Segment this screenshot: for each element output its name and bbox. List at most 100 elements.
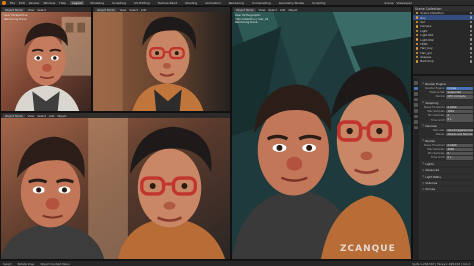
- outliner-row-label: Light.002: [420, 37, 434, 42]
- menu-add[interactable]: Add: [49, 114, 54, 118]
- object-icon: [416, 33, 419, 37]
- scene-tab-icon[interactable]: [414, 103, 418, 107]
- visibility-eye-icon[interactable]: [469, 51, 472, 54]
- visibility-eye-icon[interactable]: [469, 42, 472, 46]
- view-layer-selector[interactable]: ViewLayer: [397, 1, 412, 5]
- menu-file[interactable]: File: [10, 1, 15, 5]
- property-label: Max Samples: [427, 148, 445, 152]
- menu-window[interactable]: Window: [44, 1, 56, 5]
- menu-render[interactable]: Render: [29, 1, 40, 5]
- outliner-row[interactable]: Backdrop: [413, 59, 474, 63]
- property-field[interactable]: 0.0100: [446, 105, 473, 110]
- object-icon: [416, 42, 419, 46]
- visibility-eye-icon[interactable]: [469, 38, 472, 41]
- property-field[interactable]: 0.0100: [446, 143, 473, 148]
- property-field[interactable]: Cycles: [446, 86, 473, 91]
- property-field[interactable]: Supported: [446, 90, 473, 95]
- tab-shading[interactable]: Shading: [183, 1, 199, 5]
- property-field[interactable]: Albedo and Normal: [446, 133, 473, 137]
- tab-sculpting[interactable]: Sculpting: [110, 1, 128, 5]
- mode-selector[interactable]: Object Mode: [3, 7, 25, 12]
- property-field[interactable]: 0: [446, 152, 473, 156]
- outliner-row-label: Girl: [420, 19, 426, 24]
- visibility-eye-icon[interactable]: [469, 47, 472, 50]
- section-title: Advanced: [425, 168, 440, 173]
- visibility-eye-icon[interactable]: [469, 29, 472, 32]
- menu-view[interactable]: View: [28, 114, 35, 118]
- visibility-eye-icon[interactable]: [469, 20, 472, 24]
- menu-edit[interactable]: Edit: [19, 1, 25, 5]
- panel-section-header[interactable]: Volumes: [421, 180, 473, 186]
- visibility-eye-icon[interactable]: [469, 25, 472, 28]
- menu-add[interactable]: Add: [141, 8, 146, 12]
- property-field[interactable]: 4096: [446, 147, 473, 152]
- render-tab-icon[interactable]: [414, 86, 418, 91]
- viewport-top-left[interactable]: Object Mode View Select User Perspective…: [0, 6, 92, 112]
- tab-scripting[interactable]: Scripting: [310, 1, 327, 5]
- visibility-eye-icon[interactable]: [469, 60, 472, 63]
- menu-view[interactable]: View: [120, 8, 127, 12]
- panel-section-header[interactable]: Curves: [421, 186, 473, 192]
- visibility-eye-icon[interactable]: [469, 55, 472, 59]
- scene-selectors: Scene ViewLayer: [384, 1, 474, 5]
- menu-view[interactable]: View: [28, 8, 35, 12]
- viewport-top-middle[interactable]: Object Mode View Select Add: [92, 6, 231, 112]
- menu-object[interactable]: Object: [57, 114, 66, 118]
- mode-selector[interactable]: Object Mode: [234, 7, 256, 12]
- menu-select[interactable]: Select: [37, 8, 46, 12]
- property-field[interactable]: 0 s: [446, 118, 473, 122]
- property-label: Noise Threshold: [424, 143, 445, 147]
- tab-modeling[interactable]: Modeling: [88, 1, 106, 5]
- property-field[interactable]: OpenImageDenoise: [446, 128, 473, 133]
- section-title: Curves: [425, 187, 436, 192]
- panel-section-header[interactable]: Light Paths: [421, 174, 473, 180]
- tab-rendering[interactable]: Rendering: [227, 1, 246, 5]
- outliner-row-label: Scene Collection: [420, 11, 444, 16]
- object-tab-icon[interactable]: [414, 114, 418, 119]
- status-bar: Select Rotate View Object Context Menu V…: [0, 260, 474, 266]
- property-field[interactable]: 0 s: [446, 156, 473, 160]
- property-label: Noise Threshold: [424, 105, 445, 109]
- blender-logo-icon[interactable]: [2, 0, 6, 5]
- world-tab-icon[interactable]: [414, 108, 418, 113]
- menu-select[interactable]: Select: [37, 114, 46, 118]
- menu-add[interactable]: Add: [280, 8, 285, 12]
- property-row: Time Limit 0 s: [421, 156, 473, 160]
- menu-object[interactable]: Object: [288, 8, 297, 12]
- menu-select[interactable]: Select: [268, 8, 277, 12]
- menu-help[interactable]: Help: [59, 1, 66, 5]
- panel-section-header[interactable]: Lights: [421, 161, 473, 167]
- output-tab-icon[interactable]: [414, 92, 418, 96]
- tab-uv-editing[interactable]: UV Editing: [132, 1, 152, 5]
- viewport-bottom-left[interactable]: Object Mode View Select Add Object: [0, 112, 231, 260]
- status-context-menu: Object Context Menu: [40, 261, 70, 266]
- menu-view[interactable]: View: [259, 8, 266, 12]
- property-row: Device GPU Compute: [421, 95, 473, 99]
- property-field[interactable]: 1024: [446, 109, 473, 114]
- menu-select[interactable]: Select: [129, 8, 138, 12]
- tab-layout[interactable]: Layout: [70, 0, 85, 5]
- visibility-eye-icon[interactable]: [469, 33, 472, 37]
- section-title: Render: [425, 138, 436, 143]
- panel-section-header[interactable]: Advanced: [421, 167, 473, 173]
- material-tab-icon[interactable]: [414, 125, 418, 130]
- tab-geometry-nodes[interactable]: Geometry Nodes: [277, 1, 306, 5]
- property-label: Time Limit: [430, 118, 445, 122]
- scene-selector[interactable]: Scene: [384, 1, 393, 5]
- outliner-row-label: Glasses: [420, 55, 432, 60]
- tab-compositing[interactable]: Compositing: [250, 1, 273, 5]
- tab-texture-paint[interactable]: Texture Paint: [156, 1, 179, 5]
- property-field[interactable]: GPU Compute: [446, 95, 473, 99]
- tool-tab-icon[interactable]: [414, 81, 418, 85]
- mode-selector[interactable]: Object Mode: [3, 113, 25, 118]
- modifier-tab-icon[interactable]: [414, 120, 418, 124]
- tab-animation[interactable]: Animation: [203, 1, 222, 5]
- viewport-header: Object Mode View Select Add: [93, 7, 230, 12]
- view-layer-tab-icon[interactable]: [414, 97, 418, 102]
- object-icon: [416, 12, 419, 15]
- visibility-eye-icon[interactable]: [469, 12, 472, 15]
- visibility-eye-icon[interactable]: [469, 16, 472, 19]
- property-field[interactable]: 0: [446, 114, 473, 118]
- mode-selector[interactable]: Object Mode: [95, 7, 117, 12]
- viewport-right[interactable]: Object Mode View Select Add Object User …: [231, 6, 412, 260]
